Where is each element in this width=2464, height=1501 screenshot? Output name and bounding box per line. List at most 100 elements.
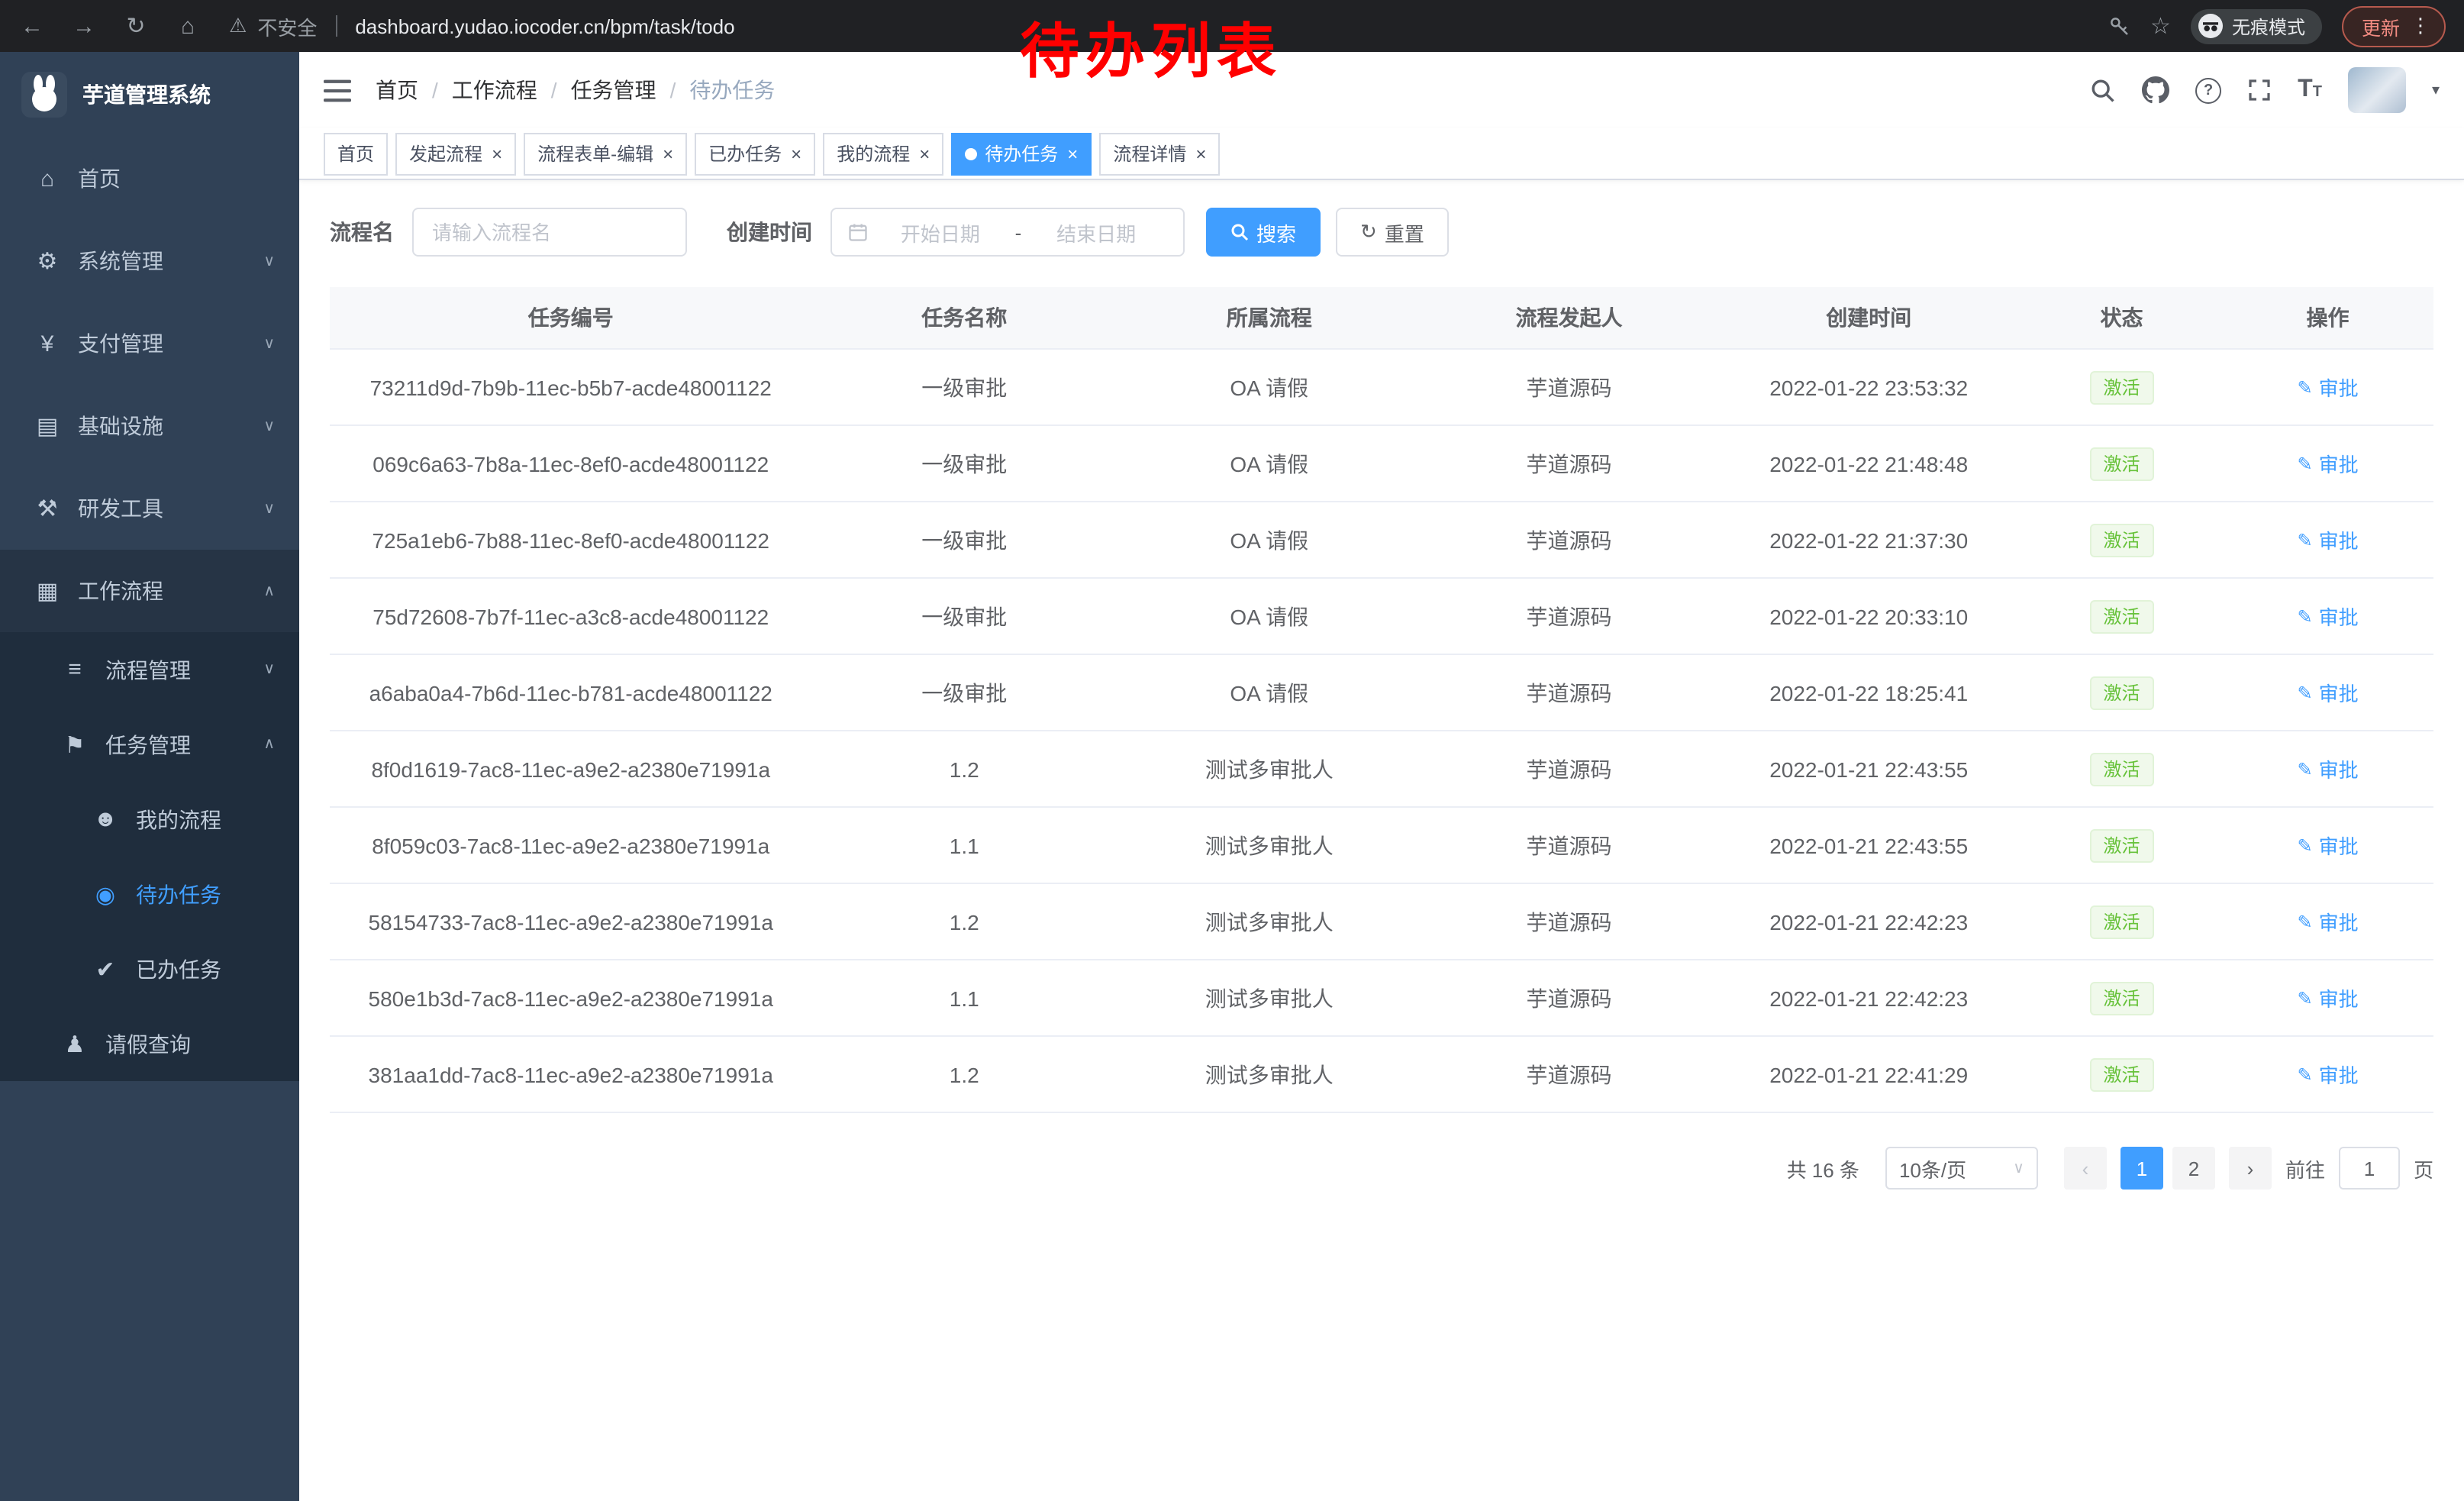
search-button[interactable]: 搜索	[1206, 208, 1321, 257]
avatar-caret-icon[interactable]: ▾	[2432, 82, 2440, 98]
active-tab-dot-icon	[965, 147, 977, 160]
tab[interactable]: 流程详情×	[1099, 132, 1220, 175]
approve-link[interactable]: ✎审批	[2297, 983, 2358, 1012]
sidebar-item-leave-query[interactable]: ♟请假查询	[0, 1006, 299, 1081]
sidebar-item-todo-task[interactable]: ◉待办任务	[0, 857, 299, 931]
starter-cell: 芋道源码	[1422, 883, 1717, 960]
fullscreen-icon[interactable]	[2247, 78, 2272, 102]
tab[interactable]: 已办任务×	[695, 132, 815, 175]
sidebar-item-label: 工作流程	[78, 576, 251, 606]
task-id-cell: 381aa1dd-7ac8-11ec-a9e2-a2380e71991a	[330, 1036, 811, 1112]
tab[interactable]: 流程表单-编辑×	[524, 132, 687, 175]
yen-icon: ¥	[31, 331, 64, 357]
browser-home-icon[interactable]: ⌂	[174, 13, 202, 39]
avatar[interactable]	[2348, 67, 2406, 113]
browser-reload-icon[interactable]: ↻	[122, 12, 150, 40]
approve-link[interactable]: ✎审批	[2297, 754, 2358, 783]
task-name-cell: 1.2	[811, 731, 1117, 807]
edit-icon: ✎	[2297, 529, 2312, 550]
table-row: 73211d9d-7b9b-11ec-b5b7-acde48001122一级审批…	[330, 349, 2433, 425]
page-button-2[interactable]: 2	[2172, 1147, 2215, 1190]
tab-label: 待办任务	[985, 140, 1058, 166]
browser-menu-icon[interactable]: ⋮	[2411, 14, 2430, 38]
tab[interactable]: 首页	[324, 132, 388, 175]
starter-cell: 芋道源码	[1422, 1036, 1717, 1112]
approve-link[interactable]: ✎审批	[2297, 602, 2358, 631]
tab[interactable]: 发起流程×	[395, 132, 516, 175]
sidebar-item-process-manage[interactable]: ≡流程管理∨	[0, 632, 299, 707]
tab-close-icon[interactable]: ×	[1067, 143, 1078, 164]
browser-forward-icon[interactable]: →	[70, 13, 98, 39]
column-header: 状态	[2021, 287, 2222, 349]
page-size-select[interactable]: 10条/页 ∨	[1885, 1147, 2038, 1190]
prev-page-button[interactable]: ‹	[2064, 1147, 2107, 1190]
browser-back-icon[interactable]: ←	[18, 13, 46, 39]
font-size-icon[interactable]: TT	[2298, 76, 2322, 104]
sidebar-item-label: 任务管理	[105, 729, 251, 760]
breadcrumb: 首页/工作流程/任务管理/待办任务	[376, 75, 775, 105]
process-cell: OA 请假	[1117, 425, 1422, 502]
sidebar-collapse-icon[interactable]	[324, 79, 351, 102]
breadcrumb-item[interactable]: 首页	[376, 75, 418, 105]
status-cell: 激活	[2021, 654, 2222, 731]
app-logo[interactable]: 芋道管理系统	[0, 52, 299, 137]
sidebar-item-system[interactable]: ⚙系统管理∨	[0, 220, 299, 302]
pagination-total: 共 16 条	[1787, 1154, 1859, 1183]
process-name-label: 流程名	[330, 217, 394, 247]
sidebar-item-payment[interactable]: ¥支付管理∨	[0, 302, 299, 385]
approve-link[interactable]: ✎审批	[2297, 373, 2358, 402]
breadcrumb-item[interactable]: 任务管理	[571, 75, 656, 105]
browser-update-button[interactable]: 更新 ⋮	[2342, 5, 2446, 47]
help-icon[interactable]: ?	[2195, 77, 2221, 103]
tab-close-icon[interactable]: ×	[1195, 143, 1206, 164]
sidebar-item-devtools[interactable]: ⚒研发工具∨	[0, 467, 299, 550]
goto-page-input[interactable]	[2339, 1147, 2400, 1190]
approve-link[interactable]: ✎审批	[2297, 678, 2358, 707]
date-range-picker[interactable]: 开始日期 - 结束日期	[830, 208, 1185, 257]
top-navbar: 首页/工作流程/任务管理/待办任务 ? TT ▾	[299, 52, 2464, 128]
tab[interactable]: 待办任务 ×	[951, 132, 1092, 175]
security-warning-icon[interactable]: ⚠	[229, 14, 247, 38]
bookmark-star-icon[interactable]: ☆	[2150, 12, 2171, 40]
tab-close-icon[interactable]: ×	[492, 143, 502, 164]
approve-label: 审批	[2319, 907, 2359, 936]
action-cell: ✎审批	[2222, 883, 2433, 960]
tab-close-icon[interactable]: ×	[663, 143, 673, 164]
approve-link[interactable]: ✎审批	[2297, 831, 2358, 860]
approve-link[interactable]: ✎审批	[2297, 525, 2358, 554]
approve-label: 审批	[2319, 983, 2359, 1012]
sidebar-item-label: 已办任务	[136, 954, 275, 984]
task-table: 任务编号任务名称所属流程流程发起人创建时间状态操作 73211d9d-7b9b-…	[330, 287, 2433, 1113]
action-cell: ✎审批	[2222, 960, 2433, 1036]
next-page-button[interactable]: ›	[2229, 1147, 2272, 1190]
sidebar-item-home[interactable]: ⌂首页	[0, 137, 299, 220]
action-cell: ✎审批	[2222, 654, 2433, 731]
table-row: 58154733-7ac8-11ec-a9e2-a2380e71991a1.2测…	[330, 883, 2433, 960]
sidebar-item-done-task[interactable]: ✔已办任务	[0, 931, 299, 1006]
process-name-input[interactable]	[412, 208, 687, 257]
approve-link[interactable]: ✎审批	[2297, 907, 2358, 936]
github-icon[interactable]	[2142, 76, 2169, 104]
sidebar-item-my-process[interactable]: ☻我的流程	[0, 782, 299, 857]
sidebar-item-infrastructure[interactable]: ▤基础设施∨	[0, 385, 299, 467]
status-cell: 激活	[2021, 349, 2222, 425]
approve-link[interactable]: ✎审批	[2297, 449, 2358, 478]
sidebar-item-task-manage[interactable]: ⚑任务管理∧	[0, 707, 299, 782]
starter-cell: 芋道源码	[1422, 807, 1717, 883]
tab-close-icon[interactable]: ×	[919, 143, 930, 164]
table-body: 73211d9d-7b9b-11ec-b5b7-acde48001122一级审批…	[330, 349, 2433, 1112]
tab[interactable]: 我的流程×	[823, 132, 943, 175]
action-cell: ✎审批	[2222, 1036, 2433, 1112]
goto-label: 前往	[2285, 1154, 2325, 1183]
password-key-icon[interactable]	[2108, 15, 2130, 37]
sidebar-item-workflow[interactable]: ▦工作流程∧	[0, 550, 299, 632]
update-label: 更新	[2362, 11, 2400, 40]
tab-close-icon[interactable]: ×	[791, 143, 801, 164]
approve-link[interactable]: ✎审批	[2297, 1060, 2358, 1089]
breadcrumb-item[interactable]: 工作流程	[452, 75, 537, 105]
reset-button[interactable]: ↻ 重置	[1336, 208, 1449, 257]
page-button-1[interactable]: 1	[2121, 1147, 2163, 1190]
page-size-value: 10条/页	[1899, 1154, 1966, 1183]
browser-nav-buttons: ← → ↻ ⌂	[18, 12, 202, 40]
search-icon[interactable]	[2090, 77, 2116, 103]
